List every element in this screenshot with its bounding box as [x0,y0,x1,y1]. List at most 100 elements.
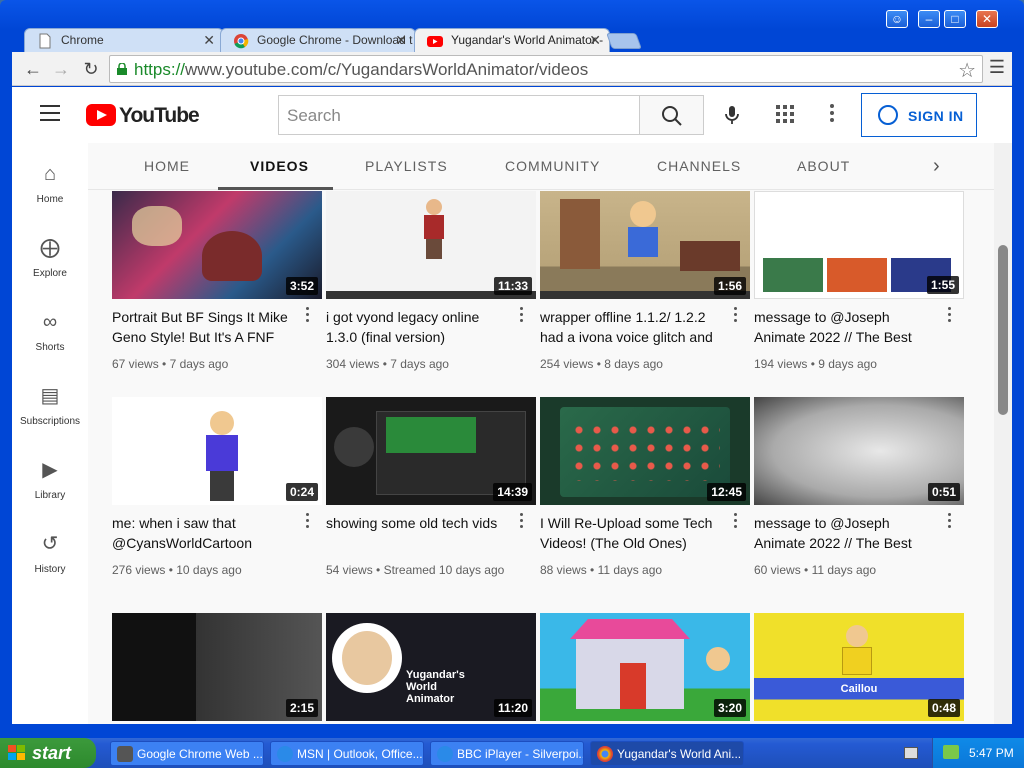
video-thumbnail[interactable]: 0:51 [754,397,964,505]
taskbar-item-bbc-iplayer[interactable]: BBC iPlayer - Silverpoi... [430,741,584,766]
chevron-right-icon[interactable]: › [933,155,940,178]
video-more-icon[interactable] [306,307,310,325]
view-count: 88 views [540,563,587,577]
video-thumbnail[interactable]: 1:56 [540,191,750,299]
microphone-icon[interactable] [718,101,746,129]
apps-grid-icon[interactable] [776,105,794,123]
video-duration: 1:55 [926,276,959,294]
browser-tab-chrome[interactable]: Chrome ✕ [24,28,224,52]
back-arrow-icon[interactable]: ← [20,57,46,81]
video-card[interactable]: Yugandar's World Animator 11:20 [326,613,536,721]
video-card[interactable]: 1:56 wrapper offline 1.1.2/ 1.2.2 had a … [540,191,750,371]
search-button[interactable] [640,95,704,135]
close-tab-icon[interactable]: ✕ [589,32,601,49]
chrome-icon [234,34,249,49]
forward-arrow-icon[interactable]: → [48,57,74,81]
reload-icon[interactable]: ↻ [78,57,104,81]
video-duration: 3:52 [285,277,318,295]
video-card[interactable]: 1:55 message to @Joseph Animate 2022 // … [754,191,964,371]
tab-playlists[interactable]: PLAYLISTS [365,158,448,174]
sidebar-item-library[interactable]: ▶ Library [12,447,88,507]
sidebar-item-home[interactable]: ⌂ Home [12,151,88,211]
video-thumbnail[interactable]: 2:15 [112,613,322,721]
browser-menu-icon[interactable]: ☰ [986,57,1008,81]
video-title[interactable]: wrapper offline 1.1.2/ 1.2.2 had a ivona… [540,307,718,347]
youtube-header: YouTube Search SIGN IN [12,87,1012,143]
video-more-icon[interactable] [306,513,310,531]
settings-more-icon[interactable] [830,104,834,122]
network-icon[interactable] [943,745,959,759]
video-thumbnail[interactable]: 1:55 [754,191,964,299]
bookmark-star-icon[interactable]: ☆ [958,58,976,83]
video-thumbnail[interactable]: 0:24 [112,397,322,505]
taskbar-item-msn[interactable]: MSN | Outlook, Office... [270,741,424,766]
scrollbar-thumb[interactable] [998,245,1008,415]
video-card[interactable]: 14:39 showing some old tech vids 54 view… [326,397,536,577]
video-more-icon[interactable] [520,307,524,325]
taskbar-item-chrome-web[interactable]: Google Chrome Web ... [110,741,264,766]
video-card[interactable]: 0:24 me: when i saw that @CyansWorldCart… [112,397,322,577]
video-card[interactable]: 3:52 Portrait But BF Sings It Mike Geno … [112,191,322,371]
video-more-icon[interactable] [734,513,738,531]
sidebar-item-history[interactable]: ↺ History [12,521,88,581]
video-thumbnail[interactable]: 14:39 [326,397,536,505]
sidebar-item-shorts[interactable]: ∞ Shorts [12,299,88,359]
video-meta: 254 views • 8 days ago [540,357,663,371]
video-card[interactable]: 11:33 i got vyond legacy online 1.3.0 (f… [326,191,536,371]
video-title[interactable]: message to @Joseph Animate 2022 // The B… [754,307,932,347]
video-card[interactable]: 12:45 I Will Re-Upload some Tech Videos!… [540,397,750,577]
start-button[interactable]: start [0,738,96,768]
video-thumbnail[interactable]: Yugandar's World Animator 11:20 [326,613,536,721]
video-duration: 2:15 [285,699,318,717]
video-more-icon[interactable] [734,307,738,325]
video-card[interactable]: 2:15 [112,613,322,721]
video-card[interactable]: Caillou 0:48 [754,613,964,721]
video-grid: 3:52 Portrait But BF Sings It Mike Geno … [88,191,994,724]
video-thumbnail[interactable]: Caillou 0:48 [754,613,964,721]
taskbar-item-yugandar[interactable]: Yugandar's World Ani... [590,741,744,766]
page-scrollbar[interactable] [994,143,1012,724]
sidebar-item-subscriptions[interactable]: ▤ Subscriptions [12,373,88,433]
video-duration: 0:51 [927,483,960,501]
video-title[interactable]: i got vyond legacy online 1.3.0 (final v… [326,307,504,347]
clock[interactable]: 5:47 PM [969,746,1014,760]
window-titlebar[interactable]: ☺ – □ ✕ [0,0,1024,28]
video-card[interactable]: 3:20 [540,613,750,721]
video-more-icon[interactable] [520,513,524,531]
close-tab-icon[interactable]: ✕ [395,32,407,49]
keyboard-icon[interactable] [904,747,918,759]
youtube-icon [427,36,443,47]
video-thumbnail[interactable]: 12:45 [540,397,750,505]
tab-community[interactable]: COMMUNITY [505,158,600,174]
url-path: www.youtube.com/c/YugandarsWorldAnimator… [185,60,589,79]
video-thumbnail[interactable]: 3:20 [540,613,750,721]
sign-in-label: SIGN IN [908,108,964,124]
video-more-icon[interactable] [948,307,952,325]
video-card[interactable]: 0:51 message to @Joseph Animate 2022 // … [754,397,964,577]
video-title[interactable]: me: when i saw that @CyansWorldCartoon [112,513,290,553]
video-thumbnail[interactable]: 3:52 [112,191,322,299]
video-duration: 11:33 [493,277,532,295]
search-input[interactable]: Search [278,95,640,135]
browser-window: ☺ – □ ✕ Chrome ✕ Google Chrome - Downloa… [0,0,1024,738]
browser-tab-youtube[interactable]: Yugandar's World Animator - ✕ [414,28,610,52]
tab-home[interactable]: HOME [144,158,190,174]
sign-in-button[interactable]: SIGN IN [861,93,977,137]
logo-text: YouTube [119,104,200,127]
tab-videos[interactable]: VIDEOS [250,158,309,174]
hamburger-menu-icon[interactable] [40,105,60,121]
tab-about[interactable]: ABOUT [797,158,850,174]
close-tab-icon[interactable]: ✕ [203,32,215,49]
video-title[interactable]: message to @Joseph Animate 2022 // The B… [754,513,932,553]
browser-tab-google-chrome-download[interactable]: Google Chrome - Download t ✕ [220,28,416,52]
video-meta: 60 views • 11 days ago [754,563,877,577]
video-title[interactable]: I Will Re-Upload some Tech Videos! (The … [540,513,718,553]
video-more-icon[interactable] [948,513,952,531]
video-title[interactable]: showing some old tech vids [326,513,504,553]
tab-channels[interactable]: CHANNELS [657,158,741,174]
new-tab-button[interactable] [606,33,642,49]
video-thumbnail[interactable]: 11:33 [326,191,536,299]
video-title[interactable]: Portrait But BF Sings It Mike Geno Style… [112,307,290,347]
sidebar-item-explore[interactable]: ⨁ Explore [12,225,88,285]
address-bar[interactable]: https://www.youtube.com/c/YugandarsWorld… [109,55,983,83]
